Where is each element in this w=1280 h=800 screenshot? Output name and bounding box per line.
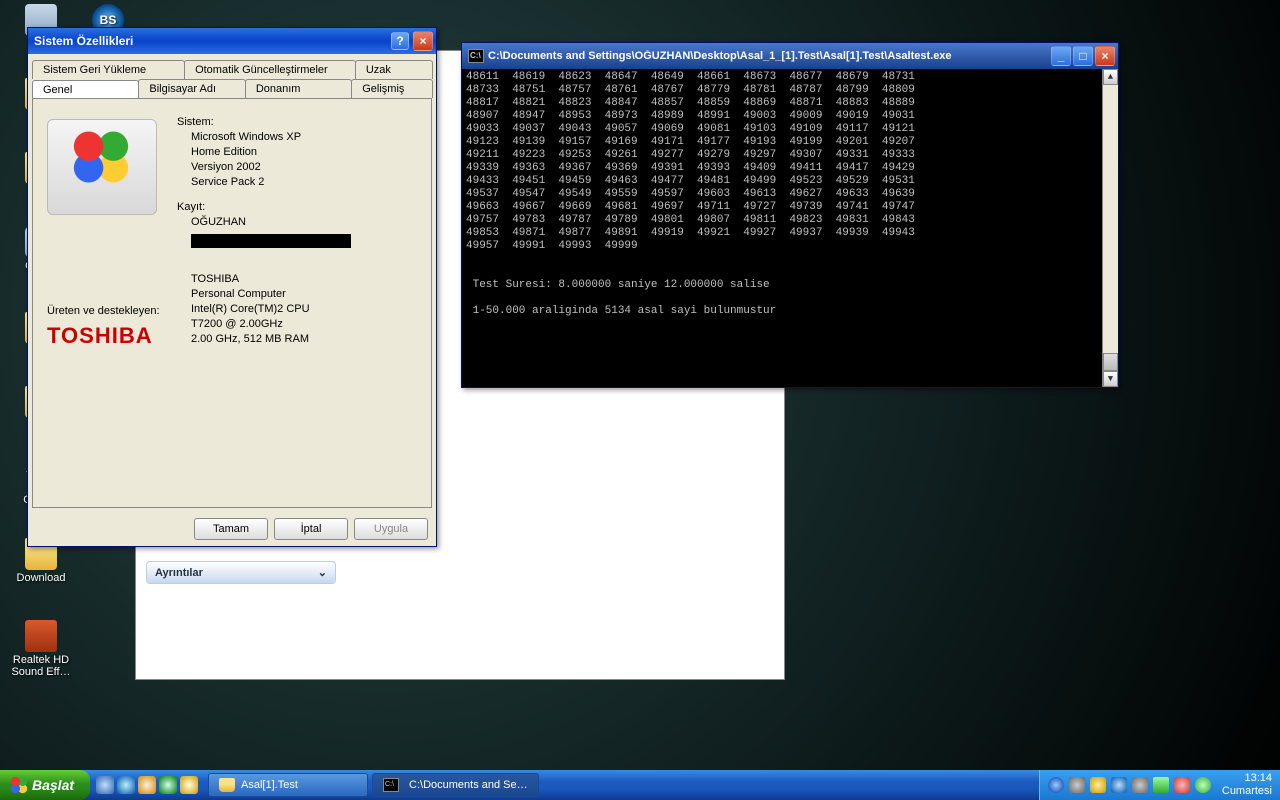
start-button[interactable]: Başlat: [0, 770, 90, 800]
quick-launch: [90, 776, 204, 794]
chevron-down-icon: ⌄: [318, 566, 327, 579]
system-heading: Sistem:: [177, 115, 417, 130]
oem-model: Personal Computer: [191, 287, 417, 302]
maximize-button[interactable]: □: [1073, 46, 1093, 66]
ql-wmp-icon[interactable]: [159, 776, 177, 794]
dialog-title: Sistem Özellikleri: [34, 34, 133, 48]
console-title: C:\Documents and Settings\OĞUZHAN\Deskto…: [488, 50, 952, 62]
windows-logo-icon: [47, 119, 157, 215]
ok-button[interactable]: Tamam: [194, 518, 268, 540]
tray-bluetooth-icon[interactable]: [1048, 777, 1064, 793]
ql-show-desktop[interactable]: [96, 776, 114, 794]
tray-av-icon[interactable]: [1111, 777, 1127, 793]
tray-clock[interactable]: 13:14 Cumartesi: [1222, 772, 1272, 798]
scroll-thumb[interactable]: [1103, 353, 1118, 371]
oem-heading: Üreten ve destekleyen:: [47, 305, 177, 317]
tray-network-icon[interactable]: [1132, 777, 1148, 793]
task-cmd[interactable]: C:\ C:\Documents and Se…: [372, 773, 539, 797]
task-asal-folder[interactable]: Asal[1].Test: [208, 773, 368, 797]
console-output: 48611 48619 48623 48647 48649 48661 4867…: [462, 69, 1118, 387]
cpu-ram: 2.00 GHz, 512 MB RAM: [191, 332, 417, 347]
cmd-icon: C:\: [383, 778, 399, 792]
cpu-model: T7200 @ 2.00GHz: [191, 317, 417, 332]
close-button[interactable]: ×: [413, 31, 433, 51]
scrollbar[interactable]: ▲▼: [1102, 69, 1118, 387]
tray-volume-icon[interactable]: [1069, 777, 1085, 793]
desktop-icon-realtek[interactable]: Realtek HD Sound Eff…: [6, 620, 76, 678]
os-sp: Service Pack 2: [191, 175, 417, 190]
tab-system-restore[interactable]: Sistem Geri Yükleme: [32, 60, 185, 79]
tray-wireless-icon[interactable]: [1090, 777, 1106, 793]
cpu-name: Intel(R) Core(TM)2 CPU: [191, 302, 417, 317]
tab-hardware[interactable]: Donanım: [245, 79, 352, 98]
close-button[interactable]: ×: [1095, 46, 1115, 66]
registered-user: OĞUZHAN: [191, 215, 417, 230]
ql-msn-icon[interactable]: [180, 776, 198, 794]
tab-advanced[interactable]: Gelişmiş: [351, 79, 433, 98]
os-name: Microsoft Windows XP: [191, 130, 417, 145]
ql-outlook-icon[interactable]: [138, 776, 156, 794]
details-panel-header[interactable]: Ayrıntılar⌄: [147, 562, 335, 583]
tab-computer-name[interactable]: Bilgisayar Adı: [138, 79, 245, 98]
minimize-button[interactable]: _: [1051, 46, 1071, 66]
realtek-icon: [25, 620, 57, 652]
sysprops-titlebar[interactable]: Sistem Özellikleri ? ×: [28, 28, 436, 54]
help-button[interactable]: ?: [391, 32, 409, 50]
toshiba-logo: TOSHIBA: [47, 323, 177, 349]
taskbar: Başlat Asal[1].Test C:\ C:\Documents and…: [0, 770, 1280, 800]
system-properties-dialog: Sistem Özellikleri ? × Sistem Geri Yükle…: [27, 27, 437, 547]
ql-ie-icon[interactable]: [117, 776, 135, 794]
oem-manufacturer: TOSHIBA: [191, 272, 417, 287]
cancel-button[interactable]: İptal: [274, 518, 348, 540]
os-edition: Home Edition: [191, 145, 417, 160]
tray-shield-icon[interactable]: [1174, 777, 1190, 793]
tab-auto-updates[interactable]: Otomatik Güncelleştirmeler: [184, 60, 356, 79]
os-version: Versiyon 2002: [191, 160, 417, 175]
scroll-up-button[interactable]: ▲: [1103, 69, 1118, 85]
tab-general[interactable]: Genel: [32, 80, 139, 99]
system-tray: 13:14 Cumartesi: [1039, 770, 1280, 800]
tray-msn-icon[interactable]: [1195, 777, 1211, 793]
command-prompt-window: C:\ C:\Documents and Settings\OĞUZHAN\De…: [461, 42, 1119, 388]
windows-flag-icon: [10, 776, 28, 794]
tab-remote[interactable]: Uzak: [355, 60, 433, 79]
cmd-icon: C:\: [468, 49, 484, 63]
folder-icon: [219, 778, 235, 792]
registration-heading: Kayıt:: [177, 200, 417, 215]
apply-button[interactable]: Uygula: [354, 518, 428, 540]
scroll-down-button[interactable]: ▼: [1103, 371, 1118, 387]
console-titlebar[interactable]: C:\ C:\Documents and Settings\OĞUZHAN\De…: [462, 43, 1118, 69]
tray-battery-icon[interactable]: [1153, 777, 1169, 793]
redacted-serial: [191, 234, 351, 248]
